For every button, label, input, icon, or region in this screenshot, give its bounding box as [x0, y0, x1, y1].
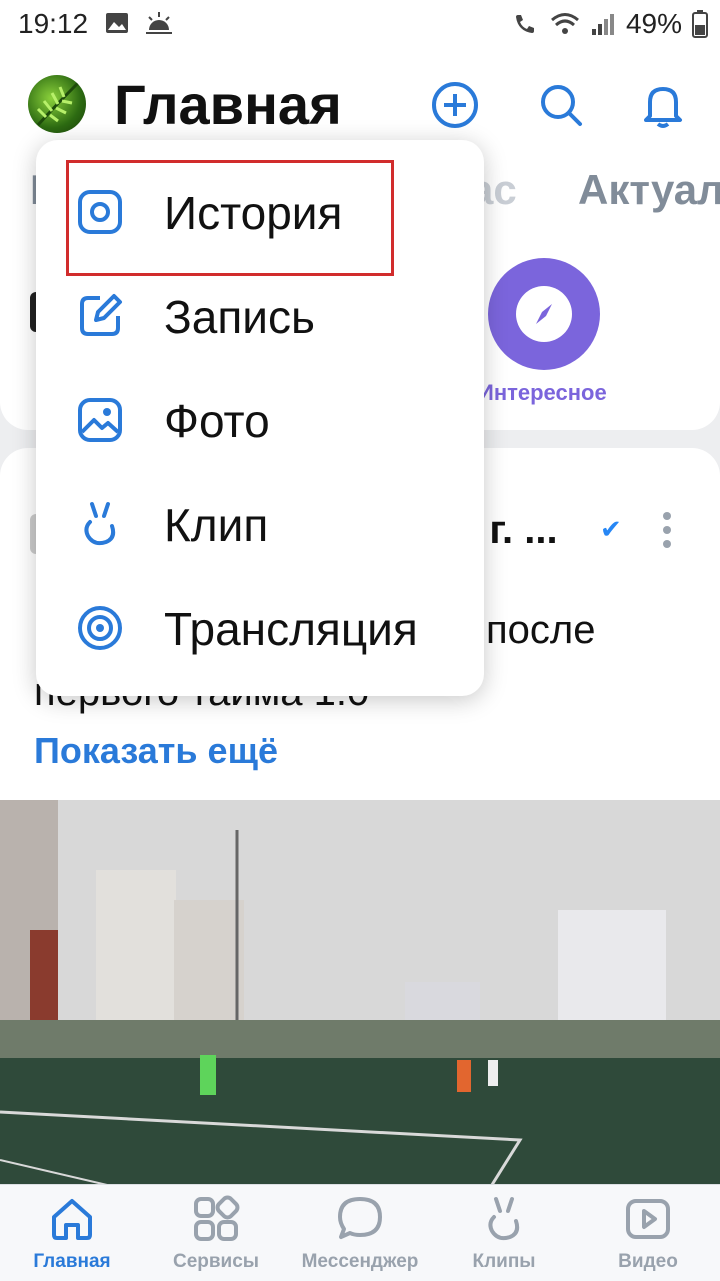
search-icon[interactable]: [536, 80, 586, 130]
more-options-icon[interactable]: [660, 510, 674, 550]
story-interesting[interactable]: [488, 258, 600, 370]
nav-video[interactable]: Видео: [576, 1185, 720, 1281]
nav-label: Клипы: [472, 1251, 536, 1272]
wifi-icon: [550, 13, 579, 34]
bottom-nav: Главная Сервисы Мессенджер Клипы Видео: [0, 1184, 720, 1281]
gallery-notification-icon: [106, 13, 128, 33]
video-icon: [626, 1199, 670, 1239]
bell-icon[interactable]: [638, 80, 688, 130]
menu-item-photo[interactable]: Фото: [36, 368, 484, 472]
menu-item-label: Трансляция: [164, 603, 418, 655]
tab-actual[interactable]: Актуал: [578, 166, 720, 214]
avatar[interactable]: [28, 75, 86, 133]
wifi-call-icon: [515, 15, 534, 33]
messenger-icon: [338, 1197, 382, 1239]
verified-icon: ✔: [600, 514, 622, 544]
story-interesting-label: Интересное: [478, 380, 607, 405]
avatar-fern-image: [36, 81, 80, 127]
post-photo[interactable]: [0, 800, 720, 1188]
clips-icon: [488, 1197, 520, 1241]
menu-item-label: Запись: [164, 291, 315, 343]
nav-label: Мессенджер: [301, 1251, 419, 1272]
show-more-link[interactable]: Показать ещё: [34, 730, 278, 772]
nav-clips[interactable]: Клипы: [432, 1185, 576, 1281]
compass-icon: [516, 286, 572, 342]
page-title: Главная: [114, 73, 342, 136]
post-text-line-1: после: [486, 608, 596, 652]
photo-icon: [78, 398, 122, 442]
broadcast-icon: [78, 606, 122, 650]
menu-item-broadcast[interactable]: Трансляция: [36, 576, 484, 680]
menu-item-clip[interactable]: Клип: [36, 472, 484, 576]
home-icon: [52, 1199, 92, 1240]
menu-item-label: Фото: [164, 395, 270, 447]
status-notification-icons: [104, 10, 174, 36]
status-bar: 19:12 49%: [0, 0, 720, 50]
nav-label: Видео: [618, 1251, 678, 1272]
menu-item-post[interactable]: Запись: [36, 264, 484, 368]
battery-percent: 49%: [625, 8, 682, 39]
nav-label: Сервисы: [172, 1251, 260, 1272]
clip-icon: [84, 502, 116, 546]
nav-label: Главная: [33, 1251, 111, 1272]
weather-notification-icon: [146, 12, 172, 34]
battery-icon: [692, 10, 708, 38]
highlight-box: [66, 160, 394, 276]
menu-item-label: Клип: [164, 499, 269, 551]
nav-services[interactable]: Сервисы: [144, 1185, 288, 1281]
nav-home[interactable]: Главная: [0, 1185, 144, 1281]
signal-icon: [591, 14, 614, 35]
nav-messenger[interactable]: Мессенджер: [288, 1185, 432, 1281]
status-time: 19:12: [18, 8, 89, 39]
services-icon: [194, 1195, 240, 1241]
add-icon[interactable]: [430, 80, 480, 130]
edit-icon: [80, 294, 122, 336]
football-field-image: [0, 800, 720, 1188]
